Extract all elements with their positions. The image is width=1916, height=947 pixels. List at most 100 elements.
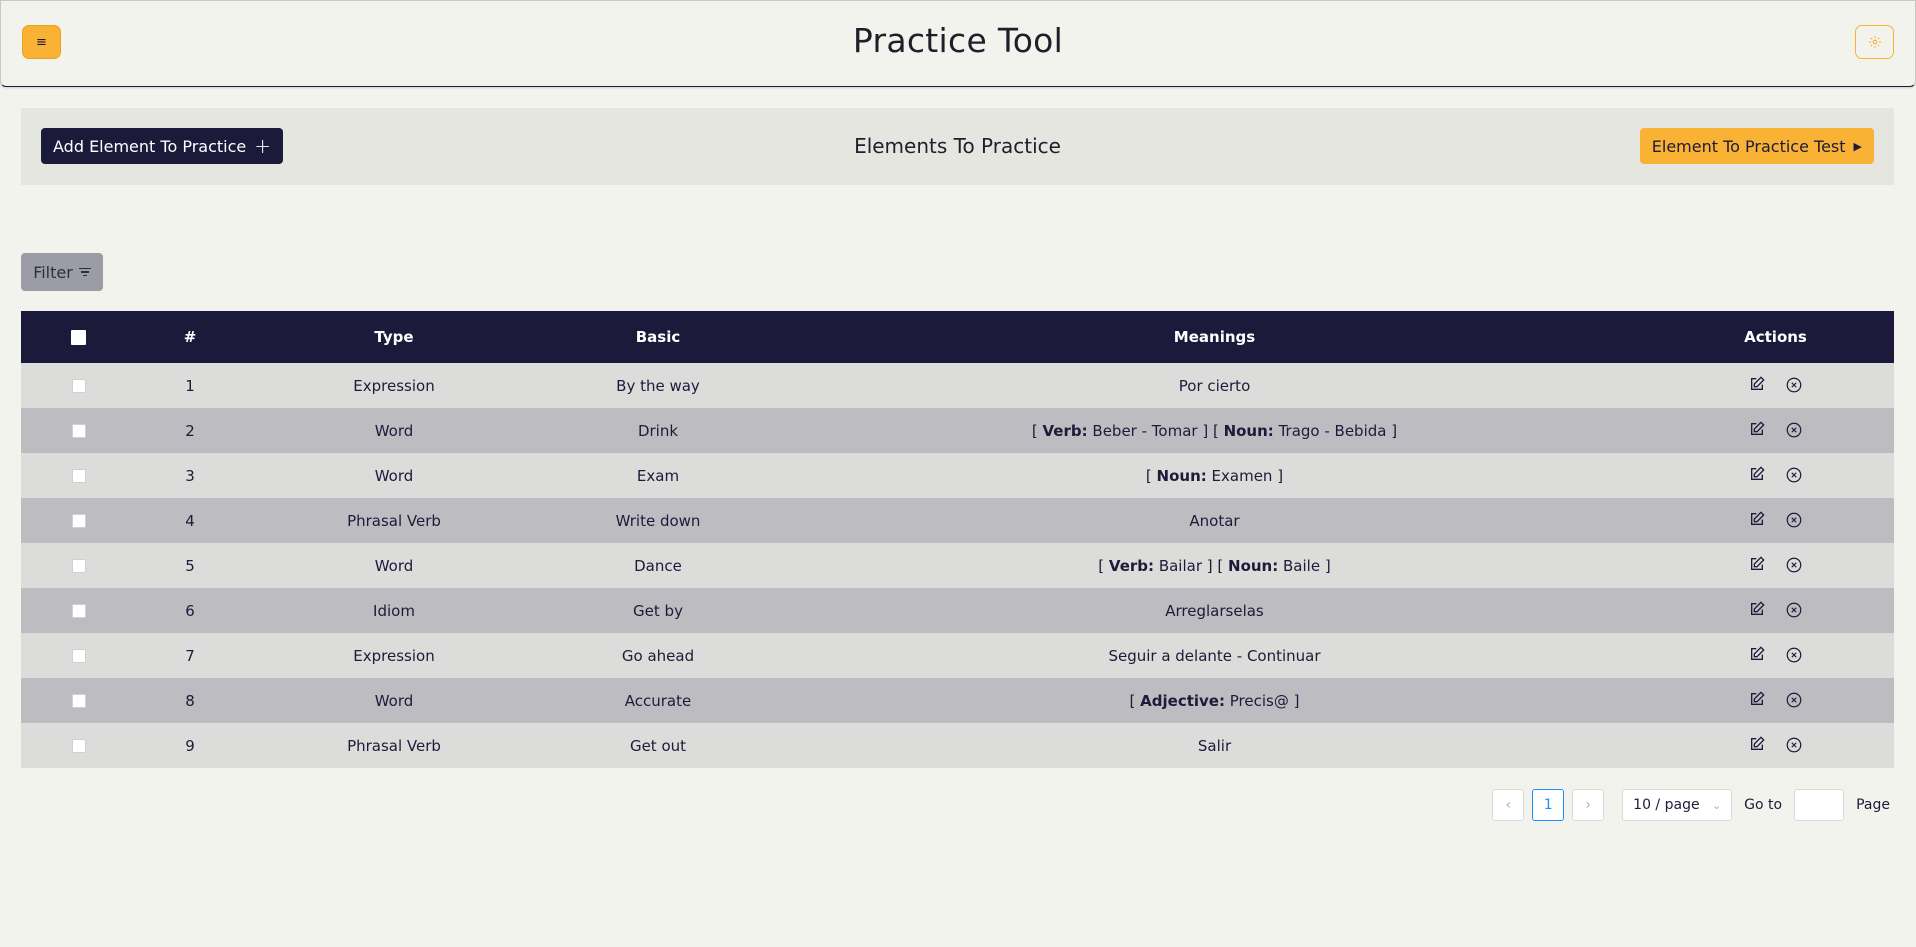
row-type: Word: [374, 556, 414, 575]
select-all-checkbox[interactable]: [71, 330, 86, 345]
row-meanings: Por cierto: [772, 363, 1657, 408]
row-actions: [1657, 363, 1894, 408]
delete-icon[interactable]: [1785, 691, 1803, 709]
row-checkbox[interactable]: [71, 469, 86, 483]
row-actions: [1657, 453, 1894, 498]
header-meanings: Meanings: [1173, 328, 1256, 346]
page-title: Practice Tool: [852, 21, 1064, 60]
meaning-pos: Verb:: [1042, 421, 1088, 440]
row-checkbox[interactable]: [71, 514, 86, 528]
table-row: 6 Idiom Get by Arreglarselas: [21, 588, 1894, 633]
row-select-cell: [21, 363, 136, 408]
section-title: Elements To Practice: [854, 134, 1061, 158]
table-row: 9 Phrasal Verb Get out Salir: [21, 723, 1894, 768]
row-type: Word: [374, 691, 414, 710]
edit-icon[interactable]: [1749, 510, 1767, 529]
row-num: 8: [185, 691, 195, 710]
delete-icon[interactable]: [1785, 601, 1803, 619]
meaning-pos: Noun:: [1228, 556, 1279, 575]
meaning-text: Seguir a delante - Continuar: [1108, 646, 1321, 665]
row-actions: [1657, 678, 1894, 723]
chevron-right-icon: ›: [1585, 797, 1591, 813]
page-size-select[interactable]: 10 / page ⌄: [1622, 789, 1733, 821]
row-num: 6: [185, 601, 195, 620]
row-meanings: [ Noun: Examen ]: [1145, 466, 1284, 485]
row-type: Word: [374, 466, 414, 485]
delete-icon[interactable]: [1785, 736, 1803, 754]
row-type: Phrasal Verb: [347, 511, 441, 530]
row-type: Idiom: [373, 601, 415, 620]
gear-icon: [1868, 36, 1881, 48]
edit-icon[interactable]: [1749, 645, 1767, 664]
table-row: 8 Word Accurate [ Adjective: Precis@ ]: [21, 678, 1894, 723]
row-type: Word: [374, 421, 414, 440]
delete-icon[interactable]: [1785, 511, 1803, 529]
header-basic: Basic: [635, 328, 681, 346]
row-basic: Get by: [633, 601, 683, 620]
row-select-cell: [21, 633, 136, 678]
edit-icon[interactable]: [1749, 690, 1767, 709]
row-basic: Dance: [634, 556, 682, 575]
row-num: 1: [185, 376, 195, 395]
meaning-text: Examen: [1211, 466, 1273, 485]
edit-icon[interactable]: [1749, 735, 1767, 754]
delete-icon[interactable]: [1785, 556, 1803, 574]
edit-icon[interactable]: [1749, 555, 1767, 574]
row-checkbox[interactable]: [71, 649, 86, 663]
row-actions: [1657, 498, 1894, 543]
row-checkbox[interactable]: [71, 694, 86, 708]
table-row: 7 Expression Go ahead Seguir a delante - Co…: [21, 633, 1894, 678]
row-meanings: [ Adjective: Precis@ ]: [1129, 691, 1300, 710]
row-checkbox[interactable]: [71, 739, 86, 753]
table-row: 3 Word Exam [ Noun: Examen ]: [21, 453, 1894, 498]
row-basic: Exam: [636, 466, 680, 485]
elements-table: # Type Basic Meanings Actions 1 Expressio…: [21, 311, 1894, 768]
edit-icon[interactable]: [1749, 375, 1767, 394]
meaning-pos: Verb:: [1108, 556, 1155, 575]
row-select-cell: [21, 588, 136, 633]
page-1-button[interactable]: 1: [1532, 789, 1565, 821]
delete-icon[interactable]: [1785, 421, 1803, 439]
row-basic: Get out: [629, 736, 687, 755]
goto-page-input[interactable]: [1794, 789, 1845, 821]
row-checkbox[interactable]: [71, 424, 86, 438]
row-checkbox[interactable]: [71, 559, 86, 573]
next-page-button[interactable]: ›: [1572, 789, 1605, 821]
filter-label: Filter: [33, 262, 73, 282]
row-actions: [1657, 408, 1894, 453]
edit-icon[interactable]: [1749, 420, 1767, 439]
row-meanings: Seguir a delante - Continuar: [772, 633, 1657, 678]
chevron-left-icon: ‹: [1505, 797, 1511, 813]
select-all-cell: [21, 311, 136, 363]
meaning-text: Anotar: [1189, 511, 1240, 530]
settings-button[interactable]: [1855, 25, 1894, 59]
table-row: 4 Phrasal Verb Write down Anotar: [21, 498, 1894, 543]
row-type: Expression: [353, 376, 435, 395]
row-meanings: Salir: [772, 723, 1657, 768]
row-num: 5: [185, 556, 195, 575]
edit-icon[interactable]: [1749, 600, 1767, 619]
practice-test-button[interactable]: Element To Practice Test ▶: [1639, 128, 1874, 164]
prev-page-button[interactable]: ‹: [1492, 789, 1525, 821]
row-checkbox[interactable]: [71, 604, 86, 618]
delete-icon[interactable]: [1785, 646, 1803, 664]
meaning-text: Salir: [1197, 736, 1232, 755]
row-select-cell: [21, 453, 136, 498]
page-size-value: 10 / page: [1633, 797, 1700, 813]
delete-icon[interactable]: [1785, 376, 1803, 394]
edit-icon[interactable]: [1749, 465, 1767, 484]
row-basic: Drink: [637, 421, 679, 440]
delete-icon[interactable]: [1785, 466, 1803, 484]
chevron-down-icon: ⌄: [1711, 798, 1722, 812]
row-num: 2: [185, 421, 195, 440]
row-type: Phrasal Verb: [347, 736, 441, 755]
app-header: ≡ Practice Tool: [0, 0, 1916, 87]
row-type: Expression: [353, 646, 435, 665]
meaning-pos: Noun:: [1223, 421, 1274, 440]
row-select-cell: [21, 543, 136, 588]
row-select-cell: [21, 723, 136, 768]
play-icon: ▶: [1853, 139, 1862, 153]
row-checkbox[interactable]: [71, 379, 86, 393]
filter-button[interactable]: Filter: [21, 253, 103, 291]
meaning-text: Arreglarselas: [1165, 601, 1264, 620]
